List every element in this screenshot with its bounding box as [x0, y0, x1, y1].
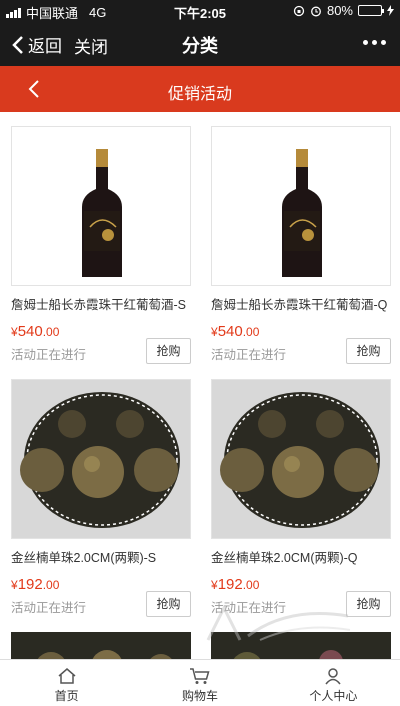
- price-symbol: ¥: [11, 578, 18, 592]
- battery-icon: [358, 5, 384, 16]
- tab-label: 购物车: [181, 689, 218, 703]
- more-menu-icon[interactable]: [363, 40, 386, 45]
- product-image[interactable]: [11, 126, 191, 286]
- product-card-partial[interactable]: [11, 632, 191, 659]
- battery-percent: 80%: [326, 3, 353, 18]
- price-integer: 540: [217, 323, 243, 340]
- product-image[interactable]: [211, 126, 391, 286]
- price-decimal: .00: [42, 325, 60, 339]
- product-card[interactable]: 金丝楠单珠2.0CM(两颗)-Q ¥192.00 活动正在进行 抢购: [211, 379, 391, 617]
- beads-image: [220, 392, 380, 528]
- tab-profile[interactable]: 个人中心: [267, 660, 400, 706]
- price-integer: 540: [17, 323, 43, 340]
- price-decimal: .00: [42, 578, 60, 592]
- product-card[interactable]: 詹姆士船长赤霞珠干红葡萄酒-S ¥540.00 活动正在进行 抢购: [11, 126, 191, 364]
- price-integer: 192: [217, 576, 243, 593]
- price-integer: 192: [17, 576, 43, 593]
- tab-bar: 首页 购物车 个人中心: [0, 659, 400, 706]
- tab-label: 首页: [54, 689, 79, 703]
- wine-bottle-image: [282, 149, 322, 277]
- watermark-logo-icon: [206, 604, 351, 641]
- promo-header: 促销活动: [0, 66, 400, 112]
- home-icon: [58, 668, 76, 684]
- back-button[interactable]: 返回: [12, 32, 62, 57]
- charging-icon: [387, 5, 394, 16]
- chevron-left-icon: [12, 35, 23, 54]
- product-name[interactable]: 金丝楠单珠2.0CM(两颗)-S: [11, 547, 191, 566]
- tab-label: 个人中心: [309, 689, 358, 703]
- lock-rotation-icon: [293, 5, 305, 16]
- promo-status: 活动正在进行: [11, 348, 87, 362]
- product-name[interactable]: 詹姆士船长赤霞珠干红葡萄酒-S: [11, 294, 191, 313]
- beads-image: [11, 632, 191, 659]
- wine-bottle-image: [82, 149, 122, 277]
- price-symbol: ¥: [211, 325, 218, 339]
- product-image[interactable]: [211, 379, 391, 539]
- price-decimal: .00: [242, 578, 260, 592]
- promo-status: 活动正在进行: [11, 601, 87, 615]
- status-bar: 中国联通 4G 下午2:05 80%: [0, 0, 400, 21]
- product-name[interactable]: 金丝楠单珠2.0CM(两颗)-Q: [211, 547, 391, 566]
- tab-cart[interactable]: 购物车: [133, 660, 266, 706]
- promo-status: 活动正在进行: [211, 348, 287, 362]
- status-right: 80%: [293, 3, 394, 18]
- product-grid: 詹姆士船长赤霞珠干红葡萄酒-S ¥540.00 活动正在进行 抢购 詹姆士船长赤…: [0, 112, 400, 659]
- price-decimal: .00: [242, 325, 260, 339]
- buy-now-button[interactable]: 抢购: [146, 338, 191, 364]
- user-icon: [325, 668, 341, 685]
- product-image[interactable]: [11, 632, 191, 659]
- promo-title: 促销活动: [167, 86, 232, 103]
- buy-now-button[interactable]: 抢购: [146, 591, 191, 617]
- product-image[interactable]: [11, 379, 191, 539]
- product-name[interactable]: 詹姆士船长赤霞珠干红葡萄酒-Q: [211, 294, 391, 313]
- buy-now-button[interactable]: 抢购: [346, 338, 391, 364]
- back-label: 返回: [28, 37, 62, 56]
- nav-bar: 返回 关闭 分类: [0, 20, 400, 66]
- cart-icon: [189, 668, 210, 684]
- product-card[interactable]: 金丝楠单珠2.0CM(两颗)-S ¥192.00 活动正在进行 抢购: [11, 379, 191, 617]
- price-symbol: ¥: [211, 578, 218, 592]
- alarm-icon: [311, 6, 321, 16]
- promo-back-icon[interactable]: [28, 79, 40, 99]
- beads-image: [20, 392, 180, 528]
- tab-home[interactable]: 首页: [0, 660, 133, 706]
- product-card[interactable]: 詹姆士船长赤霞珠干红葡萄酒-Q ¥540.00 活动正在进行 抢购: [211, 126, 391, 364]
- price-symbol: ¥: [11, 325, 18, 339]
- close-button[interactable]: 关闭: [74, 33, 108, 58]
